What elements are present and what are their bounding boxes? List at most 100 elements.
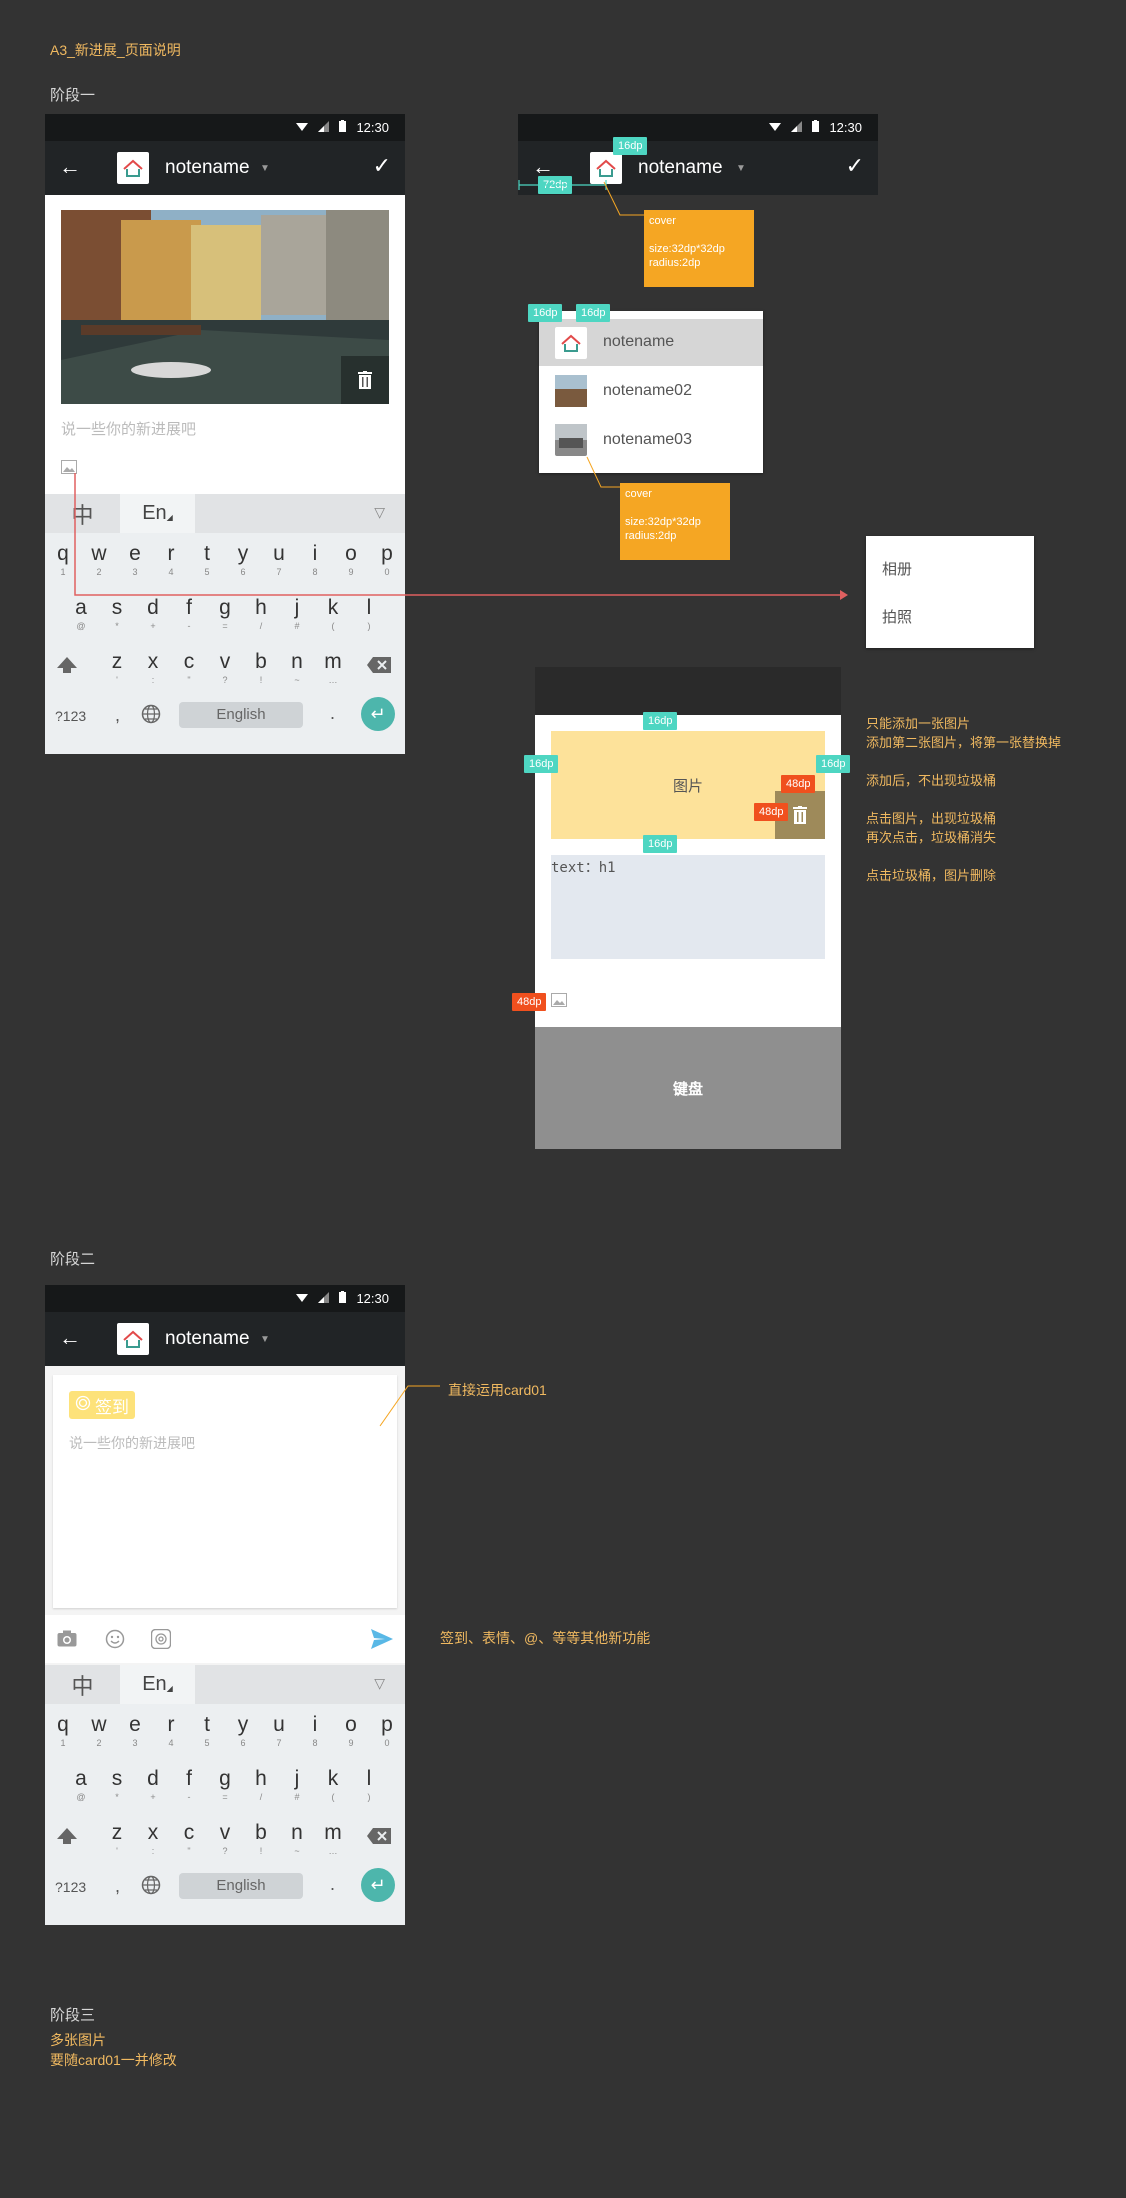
key-f[interactable]: f- — [171, 1766, 207, 1802]
key-v[interactable]: v? — [207, 649, 243, 685]
menu-item-album[interactable]: 相册 — [882, 558, 912, 579]
period-key[interactable]: . — [330, 1874, 335, 1895]
enter-key[interactable]: ↵ — [361, 1868, 395, 1902]
shift-key-icon[interactable] — [55, 1824, 79, 1853]
key-n[interactable]: n ~ — [279, 1820, 315, 1856]
key-b[interactable]: b! — [243, 1820, 279, 1856]
space-bar[interactable]: English — [179, 702, 303, 728]
content-input-placeholder[interactable]: 说一些你的新进展吧 — [61, 418, 196, 439]
key-alt-char: ' — [116, 1846, 118, 1856]
key-u[interactable]: u7 — [261, 1712, 297, 1748]
key-g[interactable]: g = — [207, 1766, 243, 1802]
comma-key[interactable]: , — [115, 1876, 120, 1897]
key-d[interactable]: d + — [135, 1766, 171, 1802]
dropdown-item[interactable]: notename02 — [539, 367, 763, 415]
spec-tag-16dp: 16dp — [613, 137, 648, 155]
menu-item-camera[interactable]: 拍照 — [882, 606, 912, 627]
key-e[interactable]: e3 — [117, 1712, 153, 1748]
enter-key[interactable]: ↵ — [361, 697, 395, 731]
back-arrow-icon[interactable]: ← — [59, 1326, 81, 1350]
key-z[interactable]: z ' — [99, 1820, 135, 1856]
key-alt-char: " — [187, 1846, 191, 1856]
key-main-char: x — [147, 650, 159, 673]
backspace-key-icon[interactable] — [367, 657, 391, 678]
key-alt-char: ? — [222, 675, 228, 685]
key-n[interactable]: n ~ — [279, 649, 315, 685]
key-a[interactable]: a @ — [63, 1766, 99, 1802]
dropdown-cover-1 — [555, 327, 587, 359]
key-m[interactable]: m… — [315, 649, 351, 685]
key-x[interactable]: x: — [135, 1820, 171, 1856]
attached-image[interactable] — [61, 210, 389, 404]
note-line: 要随card01一并修改 — [50, 2052, 177, 2068]
note-line: 只能添加一张图片 — [866, 716, 971, 731]
key-m[interactable]: m… — [315, 1820, 351, 1856]
dropdown-item[interactable]: notename03 — [539, 416, 763, 464]
key-v[interactable]: v? — [207, 1820, 243, 1856]
globe-icon[interactable] — [141, 1875, 161, 1900]
emoji-icon[interactable] — [105, 1629, 125, 1654]
key-main-char: i — [312, 1713, 318, 1736]
dropdown-arrow-icon[interactable]: ▼ — [260, 163, 270, 174]
key-w[interactable]: w2 — [81, 1712, 117, 1748]
period-key[interactable]: . — [330, 703, 335, 724]
key-q[interactable]: q1 — [45, 1712, 81, 1748]
keyboard-collapse-icon[interactable]: ▽ — [374, 1675, 385, 1692]
key-main-char: a — [75, 1767, 87, 1790]
key-main-char: b — [255, 650, 267, 673]
send-icon[interactable] — [371, 1629, 393, 1654]
key-c[interactable]: c " — [171, 649, 207, 685]
key-z[interactable]: z ' — [99, 649, 135, 685]
key-i[interactable]: i8 — [297, 1712, 333, 1748]
content-input-placeholder[interactable]: 说一些你的新进展吧 — [69, 1433, 195, 1453]
key-p[interactable]: p0 — [369, 1712, 405, 1748]
compose-toolbar — [45, 1615, 405, 1663]
key-j[interactable]: j # — [279, 1766, 315, 1802]
key-main-char: c — [183, 1821, 195, 1844]
delete-trash-button[interactable] — [341, 356, 389, 404]
comma-key[interactable]: , — [115, 705, 120, 726]
keyboard-chinese-tab[interactable]: 中 — [45, 1665, 120, 1704]
key-l[interactable]: l) — [351, 1766, 387, 1802]
image-picker-icon[interactable] — [551, 993, 567, 1012]
key-y[interactable]: y6 — [225, 1712, 261, 1748]
key-h[interactable]: h / — [243, 1766, 279, 1802]
key-x[interactable]: x: — [135, 649, 171, 685]
key-k[interactable]: k( — [315, 1766, 351, 1802]
backspace-key-icon[interactable] — [367, 1828, 391, 1849]
checkin-fingerprint-icon[interactable] — [150, 1628, 172, 1654]
key-r[interactable]: r4 — [153, 1712, 189, 1748]
key-s[interactable]: s * — [99, 1766, 135, 1802]
key-alt-char: 3 — [132, 1738, 138, 1748]
key-t[interactable]: t5 — [189, 1712, 225, 1748]
note-name[interactable]: notename — [165, 157, 250, 179]
globe-icon[interactable] — [141, 704, 161, 729]
key-alt-char: … — [328, 1846, 338, 1856]
key-c[interactable]: c " — [171, 1820, 207, 1856]
key-b[interactable]: b! — [243, 649, 279, 685]
dropdown-arrow-icon[interactable]: ▼ — [260, 1334, 270, 1345]
camera-icon[interactable] — [57, 1630, 77, 1652]
wireframe-keyboard: 键盘 — [535, 1027, 841, 1149]
wireframe-app-bar — [535, 667, 841, 715]
dropdown-item-selected[interactable]: notename — [539, 319, 763, 366]
shift-key-icon[interactable] — [55, 653, 79, 682]
wireframe-text-area[interactable]: text：h1 — [551, 855, 825, 959]
key-alt-char: ~ — [294, 675, 300, 685]
note-line — [866, 752, 1061, 771]
symbols-key[interactable]: ?123 — [55, 1879, 86, 1895]
note-cover-thumbnail[interactable] — [117, 1323, 149, 1355]
spec-tag-16dp: 16dp — [524, 755, 559, 773]
back-arrow-icon[interactable]: ← — [59, 155, 81, 179]
checkin-badge[interactable]: 签到 — [69, 1391, 135, 1419]
key-main-char: x — [147, 1821, 159, 1844]
key-alt-char: ! — [259, 675, 263, 685]
note-cover-thumbnail[interactable] — [117, 152, 149, 184]
note-name[interactable]: notename — [165, 1328, 250, 1350]
space-bar[interactable]: English — [179, 1873, 303, 1899]
symbols-key[interactable]: ?123 — [55, 708, 86, 724]
confirm-check-icon[interactable]: ✓ — [373, 153, 391, 179]
keyboard-english-tab[interactable]: En ◢ — [120, 1665, 195, 1704]
key-o[interactable]: o9 — [333, 1712, 369, 1748]
wifi-icon — [296, 120, 309, 135]
